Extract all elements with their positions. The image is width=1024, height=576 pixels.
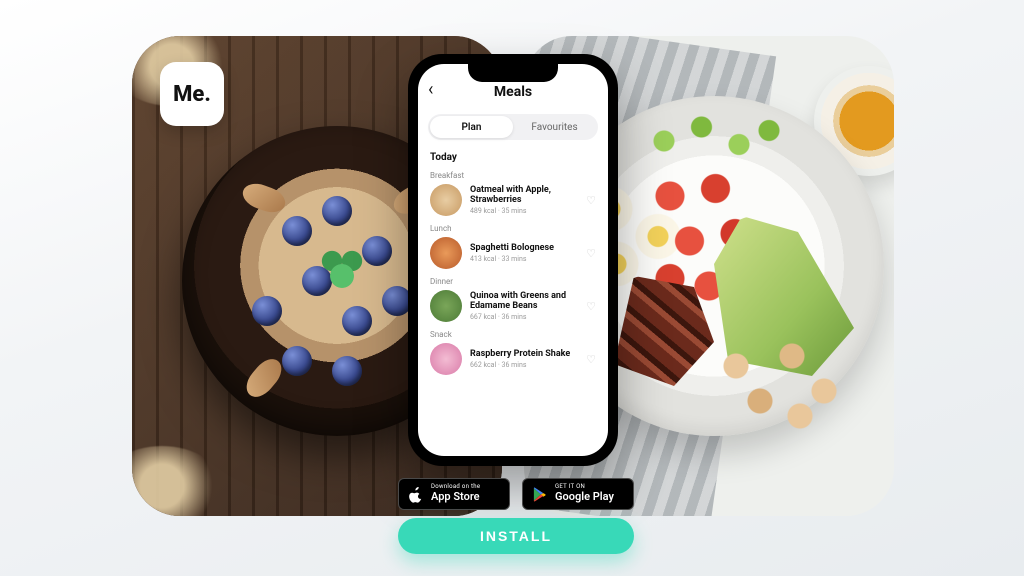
meal-thumb-icon	[430, 290, 462, 322]
meal-meta: 489 kcal · 35 mins	[470, 207, 578, 215]
brand-text: Me.	[173, 82, 211, 107]
meal-row[interactable]: Oatmeal with Apple, Strawberries 489 kca…	[418, 180, 608, 218]
screen-title: Meals	[494, 84, 532, 100]
app-store-badge[interactable]: Download on the App Store	[398, 478, 510, 510]
meal-name: Quinoa with Greens and Edamame Beans	[470, 291, 578, 312]
meal-text: Quinoa with Greens and Edamame Beans 667…	[470, 291, 578, 322]
meal-thumb-icon	[430, 237, 462, 269]
badge-line2: Google Play	[555, 490, 614, 503]
mint-leaf	[317, 246, 367, 296]
badge-text: GET IT ON Google Play	[555, 484, 614, 503]
blueberry	[342, 306, 372, 336]
meal-meta: 667 kcal · 36 mins	[470, 313, 578, 321]
meal-text: Raspberry Protein Shake 662 kcal · 36 mi…	[470, 349, 578, 369]
phone-notch	[468, 62, 558, 82]
google-play-badge[interactable]: GET IT ON Google Play	[522, 478, 634, 510]
meal-thumb-icon	[430, 343, 462, 375]
meal-row[interactable]: Quinoa with Greens and Edamame Beans 667…	[418, 286, 608, 324]
meal-section-label: Lunch	[418, 218, 608, 233]
meal-name: Raspberry Protein Shake	[470, 349, 578, 359]
blueberry	[252, 296, 282, 326]
blueberry	[282, 216, 312, 246]
meal-text: Oatmeal with Apple, Strawberries 489 kca…	[470, 185, 578, 216]
meal-row[interactable]: Spaghetti Bolognese 413 kcal · 33 mins ♡	[418, 233, 608, 271]
apple-icon	[407, 486, 424, 503]
back-icon[interactable]: ‹	[428, 79, 433, 100]
meal-thumb-icon	[430, 184, 462, 216]
phone-mockup: ‹ Meals Plan Favourites Today Breakfast …	[408, 54, 618, 466]
meal-section-label: Snack	[418, 324, 608, 339]
google-play-icon	[531, 486, 548, 503]
install-button[interactable]: INSTALL	[398, 518, 634, 554]
store-badges: Download on the App Store GET IT ON Goog…	[398, 478, 634, 510]
favourite-icon[interactable]: ♡	[586, 247, 596, 260]
meal-row[interactable]: Raspberry Protein Shake 662 kcal · 36 mi…	[418, 339, 608, 377]
meal-text: Spaghetti Bolognese 413 kcal · 33 mins	[470, 243, 578, 263]
diced-chicken	[704, 336, 864, 436]
blueberry	[332, 356, 362, 386]
meal-name: Spaghetti Bolognese	[470, 243, 578, 253]
meal-name: Oatmeal with Apple, Strawberries	[470, 185, 578, 206]
favourite-icon[interactable]: ♡	[586, 194, 596, 207]
today-label: Today	[418, 144, 608, 165]
favourite-icon[interactable]: ♡	[586, 300, 596, 313]
brand-badge: Me.	[160, 62, 224, 126]
tab-favourites[interactable]: Favourites	[513, 116, 596, 138]
badge-text: Download on the App Store	[431, 484, 480, 503]
favourite-icon[interactable]: ♡	[586, 353, 596, 366]
meal-meta: 413 kcal · 33 mins	[470, 255, 578, 263]
meal-meta: 662 kcal · 36 mins	[470, 361, 578, 369]
phone-screen: ‹ Meals Plan Favourites Today Breakfast …	[418, 64, 608, 456]
blueberry	[282, 346, 312, 376]
blueberry	[322, 196, 352, 226]
badge-line2: App Store	[431, 490, 480, 503]
tab-plan[interactable]: Plan	[430, 116, 513, 138]
meal-section-label: Dinner	[418, 271, 608, 286]
segmented-control[interactable]: Plan Favourites	[428, 114, 598, 140]
meal-section-label: Breakfast	[418, 165, 608, 180]
